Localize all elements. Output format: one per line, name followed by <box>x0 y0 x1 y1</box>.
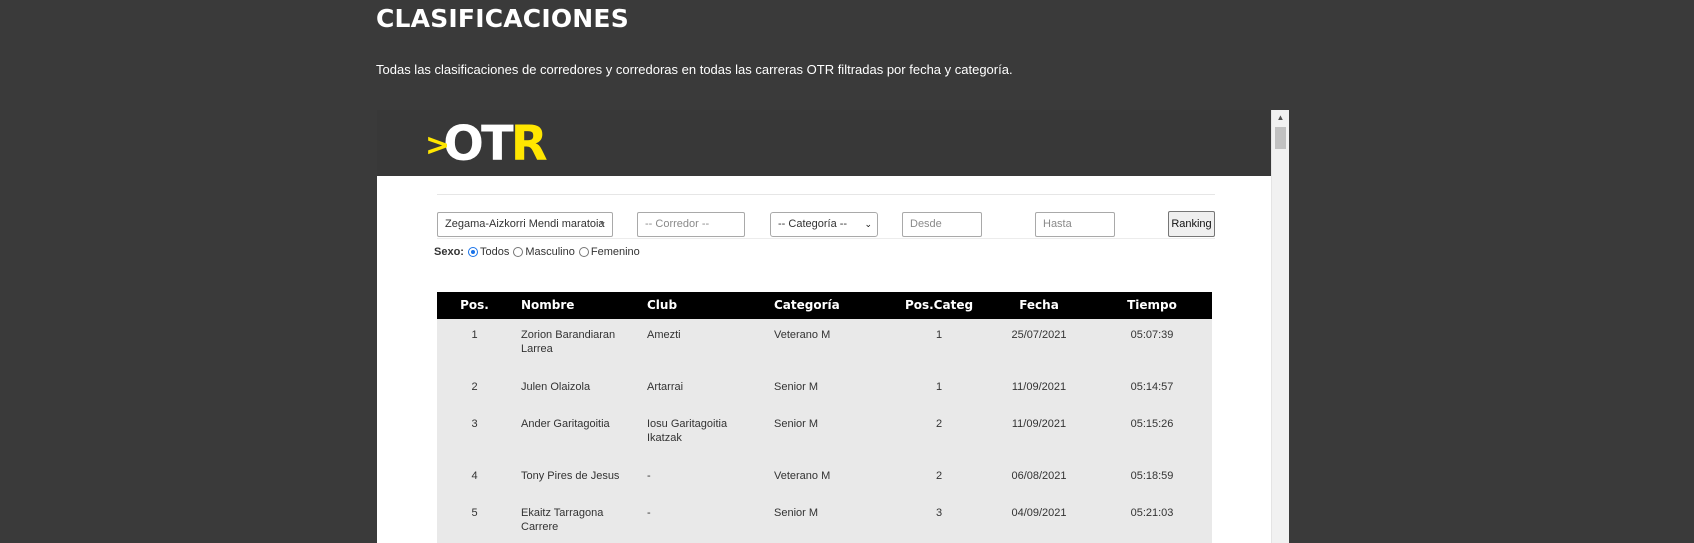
classifications-content: Zegama-Aizkorri Mendi maratoia ▼ -- Corr… <box>377 176 1272 543</box>
table-body: 1 Zorion Barandiaran Larrea Amezti Veter… <box>437 319 1212 543</box>
cell-tiempo: 05:07:39 <box>1130 329 1174 341</box>
sexo-label: Sexo: <box>434 246 464 258</box>
cell-tiempo: 05:15:26 <box>1130 418 1174 430</box>
logo-ot-text: OT <box>443 116 514 172</box>
cell-pos: 3 <box>471 418 478 430</box>
hasta-input[interactable]: Hasta <box>1035 212 1115 237</box>
categoria-select-value: -- Categoría -- <box>778 218 848 230</box>
cell-tiempo: 05:18:59 <box>1130 470 1174 482</box>
sexo-radio-todos[interactable] <box>467 247 478 257</box>
sexo-option-label: Todos <box>479 246 510 258</box>
col-header-club: Club <box>647 298 678 312</box>
sexo-filter: Sexo: Todos Masculino Femenino <box>434 246 642 258</box>
cell-club: Artarrai <box>647 381 684 393</box>
cell-pos: 5 <box>471 507 478 519</box>
cell-tiempo: 05:14:57 <box>1130 381 1174 393</box>
scroll-up-icon[interactable]: ▲ <box>1272 110 1289 126</box>
chevron-down-icon: ⌄ <box>864 219 872 229</box>
iframe-scrollbar[interactable]: ▲ <box>1271 110 1289 543</box>
cell-nombre: Ekaitz Tarragona Carrere <box>521 507 604 533</box>
cell-nombre: Ander Garitagoitia <box>521 418 610 430</box>
desde-input[interactable]: Desde <box>902 212 982 237</box>
sexo-radio-masculino[interactable] <box>513 247 524 257</box>
cell-categoria: Senior M <box>774 507 819 519</box>
race-select[interactable]: Zegama-Aizkorri Mendi maratoia ▼ <box>437 212 613 237</box>
chevron-down-icon: ▼ <box>599 221 606 228</box>
logo-chevron-icon: > <box>425 128 450 163</box>
sexo-option-label: Femenino <box>590 246 640 258</box>
page-description: Todas las clasificaciones de corredores … <box>376 62 1013 77</box>
scroll-thumb[interactable] <box>1275 127 1286 149</box>
cell-club: - <box>647 507 651 519</box>
col-header-pos: Pos. <box>460 298 489 312</box>
cell-club: Amezti <box>647 329 681 341</box>
classifications-iframe: >OTR Zegama-Aizkorri Mendi maratoia ▼ --… <box>377 110 1289 543</box>
cell-club: - <box>647 470 651 482</box>
otr-logo[interactable]: >OTR <box>425 120 548 168</box>
categoria-select[interactable]: -- Categoría -- ⌄ <box>770 212 878 237</box>
cell-pos: 2 <box>471 381 478 393</box>
divider <box>437 238 1215 239</box>
cell-club: Iosu Garitagoitia Ikatzak <box>647 418 728 444</box>
cell-nombre: Julen Olaizola <box>521 381 591 393</box>
col-header-tiempo: Tiempo <box>1127 298 1177 312</box>
cell-categoria: Senior M <box>774 381 819 393</box>
cell-pos: 1 <box>471 329 478 341</box>
cell-categoria: Veterano M <box>774 470 831 482</box>
cell-pos: 4 <box>471 470 478 482</box>
page-title: CLASIFICACIONES <box>376 4 629 33</box>
divider <box>437 194 1215 195</box>
cell-categoria: Veterano M <box>774 329 831 341</box>
col-header-categoria: Categoría <box>774 298 840 312</box>
cell-tiempo: 05:21:03 <box>1130 507 1174 519</box>
cell-nombre: Tony Pires de Jesus <box>521 470 620 482</box>
logo-r-text: R <box>510 116 548 172</box>
cell-nombre: Zorion Barandiaran Larrea <box>521 329 616 355</box>
sexo-radio-femenino[interactable] <box>578 247 589 257</box>
sexo-option-label: Masculino <box>525 246 575 258</box>
col-header-nombre: Nombre <box>521 298 575 312</box>
otr-header: >OTR <box>377 110 1272 176</box>
cell-categoria: Senior M <box>774 418 819 430</box>
table-header: Pos. Nombre Club Categoría Pos.Categ Fec… <box>437 292 1212 319</box>
race-select-value: Zegama-Aizkorri Mendi maratoia <box>445 218 605 230</box>
corredor-input[interactable]: -- Corredor -- <box>637 212 745 237</box>
ranking-button[interactable]: Ranking <box>1168 211 1215 237</box>
